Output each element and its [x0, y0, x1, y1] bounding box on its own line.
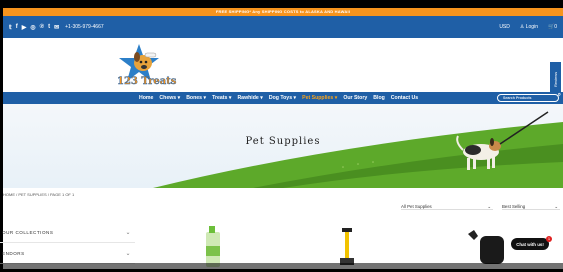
cart-link[interactable]: 🛒0 [548, 24, 557, 30]
reviews-label: Reviews [553, 71, 558, 87]
chevron-down-icon: ⌄ [554, 204, 558, 209]
nav-item-dog-toys[interactable]: Dog Toys ▾ [269, 95, 296, 101]
sidebar-item-vendors[interactable]: ENDORS ⌄ [0, 243, 135, 264]
login-label: Login [525, 24, 538, 30]
logo-text: 123 Treats [117, 76, 177, 87]
category-select[interactable]: All Pet Supplies ⌄ [401, 204, 493, 210]
cart-count: 0 [554, 24, 557, 30]
hero-banner: Pet Supplies [3, 104, 563, 188]
chevron-down-icon: ⌄ [125, 250, 131, 257]
sort-select-value: Best Selling [502, 204, 526, 209]
reviews-tab[interactable]: Reviews [550, 62, 561, 96]
promo-banner: FREE SHIPPING* Any SHIPPING COSTS to ALA… [3, 8, 563, 16]
product-poop-scooper[interactable] [340, 228, 354, 265]
chat-notification-badge: 1 [546, 236, 552, 242]
facebook-icon[interactable]: f [16, 24, 18, 30]
nav-item-pet-supplies[interactable]: Pet Supplies ▾ [302, 95, 337, 101]
sort-select[interactable]: Best Selling ⌄ [502, 204, 560, 210]
search-icon[interactable]: ⌕ [558, 92, 561, 99]
tumblr-icon[interactable]: t [48, 24, 50, 30]
category-select-value: All Pet Supplies [401, 204, 432, 209]
instagram-icon[interactable]: ◎ [30, 24, 35, 31]
product-grid [150, 222, 560, 267]
nav-items: Home Chews ▾ Bones ▾ Treats ▾ Rawhide ▾ … [139, 95, 418, 101]
email-icon[interactable]: ✉ [54, 24, 59, 31]
search-input[interactable]: Search Products [497, 94, 559, 102]
currency-selector[interactable]: USD [499, 24, 510, 30]
twitter-icon[interactable]: 𝕥 [9, 24, 12, 31]
site-logo[interactable]: 123 Treats [115, 43, 185, 89]
youtube-icon[interactable]: ▶ [22, 24, 27, 31]
nav-item-bones[interactable]: Bones ▾ [186, 95, 206, 101]
top-bar: 𝕥 f ▶ ◎ ℗ t ✉ +1-305-979-4667 USD ♙ Logi… [3, 16, 563, 38]
filter-bar: All Pet Supplies ⌄ Best Selling ⌄ [3, 202, 563, 214]
nav-item-rawhide[interactable]: Rawhide ▾ [237, 95, 262, 101]
sidebar: OUR COLLECTIONS ⌄ ENDORS ⌄ [0, 222, 135, 264]
sidebar-item-label: OUR COLLECTIONS [2, 229, 54, 235]
top-right-controls: USD ♙ Login 🛒0 [499, 24, 557, 30]
phone-number[interactable]: +1-305-979-4667 [65, 24, 104, 30]
login-link[interactable]: ♙ Login [520, 24, 538, 30]
main-nav: Home Chews ▾ Bones ▾ Treats ▾ Rawhide ▾ … [3, 92, 563, 104]
chevron-down-icon: ⌄ [487, 204, 491, 209]
nav-item-treats[interactable]: Treats ▾ [212, 95, 231, 101]
header-logo-area: 123 Treats [3, 38, 563, 92]
chat-button[interactable]: Chat with us! [511, 238, 549, 250]
nav-item-blog[interactable]: Blog [373, 95, 385, 101]
nav-item-our-story[interactable]: Our Story [343, 95, 367, 101]
nav-item-chews[interactable]: Chews ▾ [159, 95, 180, 101]
breadcrumb: HOME / PET SUPPLIES / PAGE 1 OF 1 [3, 192, 75, 197]
sidebar-item-label: ENDORS [2, 250, 25, 256]
nav-item-home[interactable]: Home [139, 95, 153, 101]
chevron-down-icon: ⌄ [125, 229, 131, 236]
page-title: Pet Supplies [245, 136, 321, 147]
social-links: 𝕥 f ▶ ◎ ℗ t ✉ [9, 24, 59, 31]
pinterest-icon[interactable]: ℗ [40, 24, 44, 30]
nav-item-contact-us[interactable]: Contact Us [391, 95, 418, 101]
video-control-bar [0, 263, 563, 269]
product-waste-bag-holder[interactable] [468, 230, 504, 264]
chat-label: Chat with us! [516, 241, 544, 247]
sidebar-item-collections[interactable]: OUR COLLECTIONS ⌄ [0, 222, 135, 243]
product-spray-bottle[interactable] [206, 226, 220, 267]
